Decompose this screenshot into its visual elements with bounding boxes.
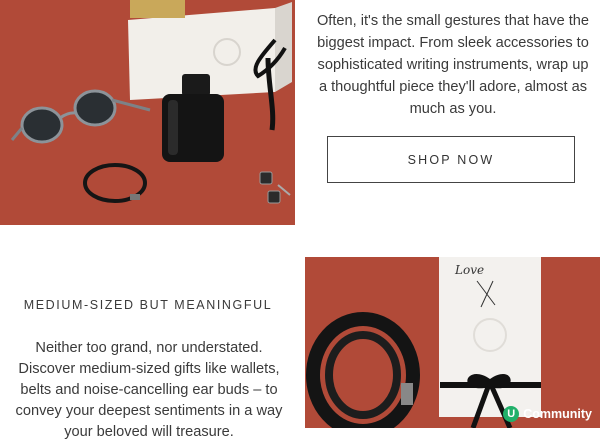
community-badge[interactable]: U Community: [503, 406, 592, 422]
section-heading-medium-gifts: MEDIUM-SIZED BUT MEANINGFUL: [23, 298, 273, 312]
community-logo-icon: U: [503, 406, 520, 422]
gift-card: [439, 257, 541, 417]
product-photo-medium-gifts: Love U Community: [305, 257, 600, 428]
gold-wrap: [130, 0, 185, 18]
product-photo-small-gifts: [0, 0, 295, 225]
community-label: Community: [523, 407, 592, 421]
fragrance-cap: [182, 74, 210, 96]
small-gifts-description: Often, it's the small gestures that have…: [316, 13, 590, 117]
medium-gifts-description: Neither too grand, nor understated. Disc…: [15, 340, 283, 440]
shop-now-button[interactable]: SHOP NOW: [327, 136, 575, 183]
card-handwriting: Love: [455, 263, 485, 277]
